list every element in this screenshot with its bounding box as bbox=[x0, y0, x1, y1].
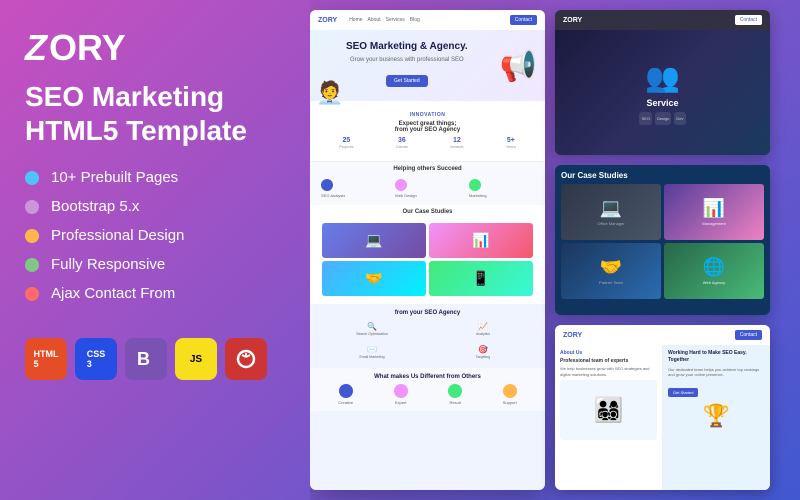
thumb-3: 🤝 bbox=[322, 261, 426, 296]
seo-items: 🔍 Search Optimization 📈 Analytics ✉️ Ema… bbox=[318, 319, 537, 362]
tech-badges: HTML5 CSS3 B JS bbox=[25, 338, 285, 380]
feature-responsive: Fully Responsive bbox=[25, 256, 285, 273]
case-studies-section: Our Case Studies 💻 📊 🤝 📱 bbox=[310, 205, 545, 304]
dark-service-cards: SEO Design Dev bbox=[633, 112, 691, 125]
screenshot-main: ZORY Home About Services Blog Contact SE… bbox=[310, 10, 545, 490]
badge-js: JS bbox=[175, 338, 217, 380]
service-title: Service bbox=[646, 98, 678, 108]
logo-z: Z bbox=[25, 30, 47, 66]
main-title: SEO Marketing HTML5 Template bbox=[25, 80, 285, 147]
fake-cards: SEO Analysis Web Design Marketing bbox=[318, 176, 537, 201]
feature-ajax-label: Ajax Contact From bbox=[51, 285, 175, 302]
thumb-1: 💻 bbox=[322, 223, 426, 258]
what-makes-section: What makes Us Different from Others Crea… bbox=[310, 368, 545, 411]
screenshots-container: ZORY Home About Services Blog Contact SE… bbox=[310, 10, 790, 490]
dot-prebuilt bbox=[25, 171, 39, 185]
refresh-icon bbox=[234, 347, 258, 371]
working-icon: 🏆 bbox=[703, 403, 730, 429]
expect-title: Expect great things;from your SEO Agency bbox=[318, 121, 537, 133]
feature-prebuilt-label: 10+ Prebuilt Pages bbox=[51, 169, 178, 186]
seo-section: from your SEO Agency 🔍 Search Optimizati… bbox=[310, 304, 545, 368]
dot-professional bbox=[25, 229, 39, 243]
working-title: Working Hard to Make SEO Easy. Together bbox=[668, 350, 765, 364]
features-list: 10+ Prebuilt Pages Bootstrap 5.x Profess… bbox=[25, 169, 285, 314]
logo: Z ORY bbox=[25, 30, 285, 66]
fake-hero: SEO Marketing & Agency. Grow your busine… bbox=[310, 30, 545, 101]
logo-ory: ORY bbox=[49, 30, 126, 66]
thumb-2: 📊 bbox=[429, 223, 533, 258]
feature-professional: Professional Design bbox=[25, 227, 285, 244]
dark-people-img: 👥 Service SEO Design Dev bbox=[555, 30, 770, 155]
helping-section: Helping others Succeed SEO Analysis Web … bbox=[310, 161, 545, 205]
wm-icons: Creative Expert Result Support bbox=[318, 384, 537, 405]
case-studies-title: Our Case Studies bbox=[318, 209, 537, 215]
feature-prebuilt: 10+ Prebuilt Pages bbox=[25, 169, 285, 186]
get-started-btn: Get Started bbox=[668, 388, 698, 397]
badge-bootstrap: B bbox=[125, 338, 167, 380]
badge-html5: HTML5 bbox=[25, 338, 67, 380]
hero-figure-left: 🧑‍💼 bbox=[316, 80, 343, 106]
screenshot-right-mid: Our Case Studies 💻 Office Manager 📊 Mana… bbox=[555, 165, 770, 315]
screenshot-right-top: ZORY Contact 👥 Service SEO Design Dev bbox=[555, 10, 770, 155]
thumb-4: 📱 bbox=[429, 261, 533, 296]
screenshot-right-bot: ZORY Contact About Us Professional team … bbox=[555, 325, 770, 490]
feature-bootstrap-label: Bootstrap 5.x bbox=[51, 198, 139, 215]
title-line1: SEO Marketing bbox=[25, 81, 224, 112]
feature-bootstrap: Bootstrap 5.x bbox=[25, 198, 285, 215]
people-meeting-icon: 👨‍👩‍👧‍👦 bbox=[594, 396, 624, 425]
fake-stats-section: INNOVATION Expect great things;from your… bbox=[310, 101, 545, 161]
working-side: Working Hard to Make SEO Easy. Together … bbox=[663, 345, 770, 490]
seo-title: from your SEO Agency bbox=[318, 310, 537, 316]
dark-case-title: Our Case Studies bbox=[561, 171, 764, 180]
wm-title: What makes Us Different from Others bbox=[318, 374, 537, 380]
bootstrap-icon: B bbox=[135, 348, 157, 370]
fake-nav: ZORY Home About Services Blog Contact bbox=[310, 10, 545, 30]
feature-responsive-label: Fully Responsive bbox=[51, 256, 165, 273]
badge-npm bbox=[225, 338, 267, 380]
left-panel: Z ORY SEO Marketing HTML5 Template 10+ P… bbox=[0, 0, 310, 500]
small-thumbs: 💻 📊 🤝 📱 bbox=[318, 219, 537, 300]
dot-ajax bbox=[25, 287, 39, 301]
helping-title: Helping others Succeed bbox=[318, 166, 537, 172]
feature-professional-label: Professional Design bbox=[51, 227, 184, 244]
case-photo-grid: 💻 Office Manager 📊 Management 🤝 Partner … bbox=[561, 184, 764, 299]
fake-hero-title: SEO Marketing & Agency. bbox=[318, 40, 496, 53]
hero-figure-right: 📢 bbox=[500, 49, 537, 84]
about-us-label: About Us bbox=[560, 350, 657, 356]
fake-nav-logo: ZORY bbox=[318, 17, 337, 24]
fake-nav-links: Home About Services Blog bbox=[349, 17, 420, 23]
dot-responsive bbox=[25, 258, 39, 272]
fake-stats: 25 Projects 36 Clients 12 Awards 5+ Year… bbox=[318, 137, 537, 149]
badge-css3: CSS3 bbox=[75, 338, 117, 380]
svg-text:B: B bbox=[137, 349, 150, 369]
about-working-section: About Us Professional team of experts We… bbox=[555, 345, 770, 490]
dot-bootstrap bbox=[25, 200, 39, 214]
right-panel: ZORY Home About Services Blog Contact SE… bbox=[310, 0, 800, 500]
feature-ajax: Ajax Contact From bbox=[25, 285, 285, 302]
about-side: About Us Professional team of experts We… bbox=[555, 345, 663, 490]
title-line2: HTML5 Template bbox=[25, 115, 247, 146]
